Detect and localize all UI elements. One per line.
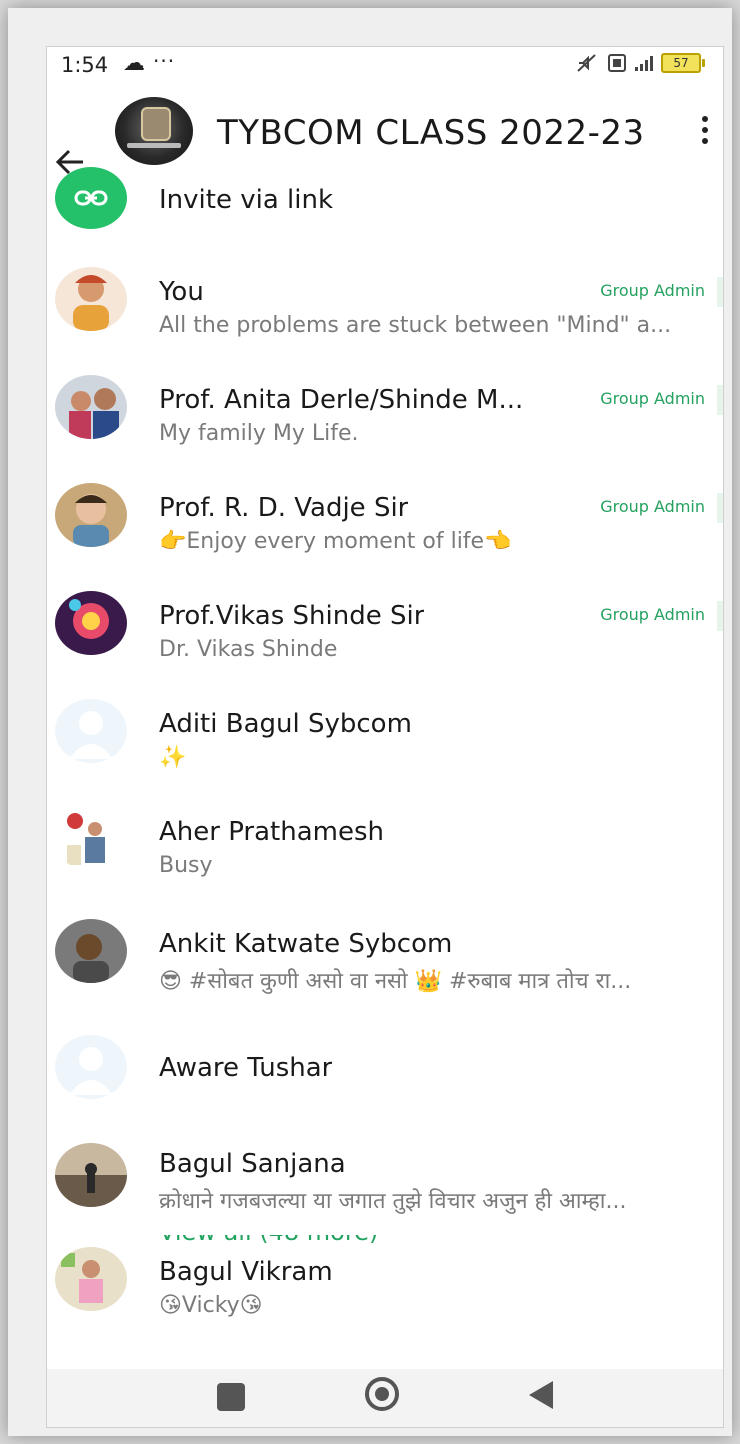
default-avatar-icon <box>55 699 127 763</box>
participant-row[interactable]: Aditi Bagul Sybcom ✨ <box>47 699 723 799</box>
participant-name: Prof.Vikas Shinde Sir <box>159 601 425 631</box>
participant-row[interactable]: Prof. Anita Derle/Shinde M... Group Admi… <box>47 375 723 475</box>
avatar <box>55 591 127 655</box>
sim-icon <box>608 54 626 72</box>
participant-row[interactable]: Aware Tushar <box>47 1035 723 1135</box>
avatar <box>55 1247 127 1311</box>
participant-name: Bagul Sanjana <box>159 1149 346 1179</box>
participant-row[interactable]: Bagul Vikram 😘Vicky😘 <box>47 1247 723 1347</box>
avatar <box>55 807 127 871</box>
invite-via-link-row[interactable]: Invite via link <box>47 167 723 245</box>
participant-row[interactable]: Prof. R. D. Vadje Sir Group Admin 👉Enjoy… <box>47 483 723 583</box>
participant-about: क्रोधाने गजबजल्या या जगात तुझे विचार अजु… <box>159 1189 627 1214</box>
participant-about: All the problems are stuck between "Mind… <box>159 313 672 338</box>
participant-name: Prof. Anita Derle/Shinde M... <box>159 385 524 415</box>
participant-row[interactable]: You Group Admin All the problems are stu… <box>47 267 723 367</box>
participant-row[interactable]: Bagul Sanjana क्रोधाने गजबजल्या या जगात … <box>47 1137 723 1237</box>
avatar <box>55 1143 127 1207</box>
system-nav-bar <box>47 1369 723 1427</box>
participant-about: Busy <box>159 853 213 878</box>
battery-icon: 57 <box>661 53 705 73</box>
home-button[interactable] <box>365 1377 399 1411</box>
participant-name: Aware Tushar <box>159 1053 333 1083</box>
participant-about: 😎 #सोबत कुणी असो वा नसो 👑 #रुबाब मात्र त… <box>159 969 632 994</box>
group-emblem-icon <box>141 107 171 141</box>
signal-icon <box>635 55 653 71</box>
more-vert-icon[interactable] <box>697 113 713 147</box>
participant-name: Ankit Katwate Sybcom <box>159 929 453 959</box>
participant-row[interactable]: Aher Prathamesh Busy <box>47 807 723 907</box>
mute-icon <box>577 54 596 72</box>
link-icon <box>55 167 127 229</box>
avatar <box>55 375 127 439</box>
avatar <box>55 483 127 547</box>
participant-about: 👉Enjoy every moment of life👈 <box>159 529 512 554</box>
app-screen: 1:54 ☁ ··· 57 TYBCOM CLASS 2022-23 Invit… <box>46 46 724 1428</box>
view-all-link[interactable]: View all (48 more) <box>159 1235 378 1249</box>
phone-frame: 1:54 ☁ ··· 57 TYBCOM CLASS 2022-23 Invit… <box>8 8 732 1436</box>
participant-name: Aher Prathamesh <box>159 817 385 847</box>
group-avatar[interactable] <box>115 97 193 165</box>
participant-row[interactable]: Prof.Vikas Shinde Sir Group Admin Dr. Vi… <box>47 591 723 691</box>
group-admin-badge: Group Admin <box>600 389 705 408</box>
participant-name: Bagul Vikram <box>159 1257 333 1287</box>
status-time: 1:54 <box>61 53 109 77</box>
participant-name: You <box>159 277 204 307</box>
cloud-icon: ☁ <box>123 51 145 76</box>
invite-via-link-label: Invite via link <box>159 185 334 215</box>
back-button[interactable] <box>529 1381 553 1409</box>
participant-name: Prof. R. D. Vadje Sir <box>159 493 409 523</box>
avatar <box>55 919 127 983</box>
participant-name: Aditi Bagul Sybcom <box>159 709 412 739</box>
group-admin-badge: Group Admin <box>600 497 705 516</box>
group-admin-badge: Group Admin <box>600 281 705 300</box>
participant-about: ✨ <box>159 745 187 770</box>
participant-about: 😘Vicky😘 <box>159 1293 263 1318</box>
recents-button[interactable] <box>217 1383 245 1411</box>
participant-row[interactable]: Ankit Katwate Sybcom 😎 #सोबत कुणी असो वा… <box>47 919 723 1019</box>
avatar <box>55 267 127 331</box>
status-bar: 1:54 ☁ ··· 57 <box>47 47 723 83</box>
group-admin-badge: Group Admin <box>600 605 705 624</box>
more-notifications-icon: ··· <box>153 49 176 73</box>
status-icons: 57 <box>575 53 705 73</box>
default-avatar-icon <box>55 1035 127 1099</box>
group-title[interactable]: TYBCOM CLASS 2022-23 <box>217 113 645 153</box>
participant-about: Dr. Vikas Shinde <box>159 637 338 662</box>
participant-about: My family My Life. <box>159 421 359 446</box>
